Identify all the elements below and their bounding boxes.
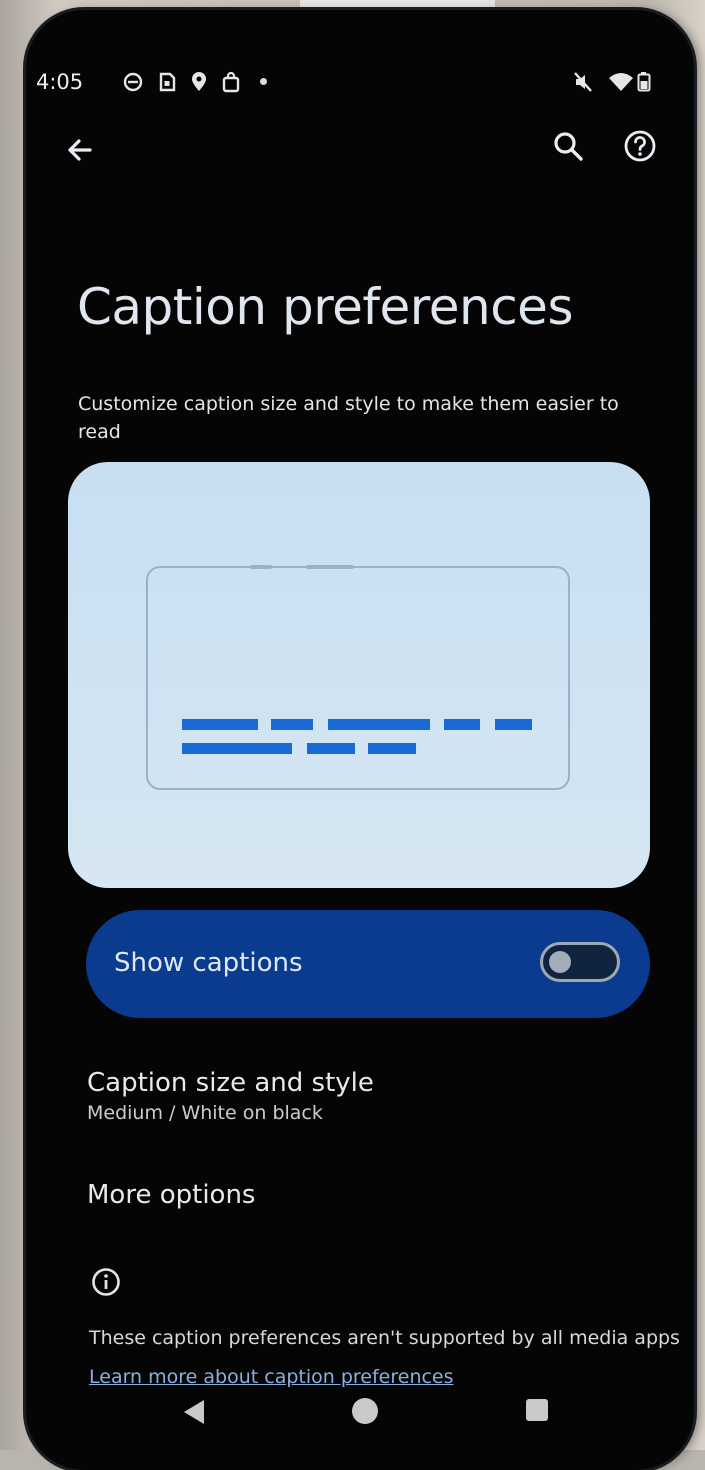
page-title: Caption preferences: [77, 278, 574, 336]
switch-knob: [549, 951, 571, 973]
caption-size-style-item[interactable]: Caption size and style Medium / White on…: [87, 1068, 374, 1124]
status-time: 4:05: [36, 70, 84, 94]
caption-bar: [182, 743, 292, 754]
nav-back-icon[interactable]: [180, 1398, 210, 1426]
caption-size-style-summary: Medium / White on black: [87, 1102, 323, 1124]
arrow-back-icon: [68, 139, 92, 161]
help-button[interactable]: [620, 126, 660, 166]
show-captions-row[interactable]: Show captions: [86, 910, 650, 1018]
caption-bar: [328, 719, 430, 730]
search-button[interactable]: [548, 126, 588, 166]
nav-home-icon[interactable]: [352, 1398, 378, 1424]
frame-notch: [250, 565, 272, 569]
help-icon: [624, 130, 656, 162]
more-options-title: More options: [87, 1180, 256, 1210]
wifi-icon: [608, 70, 634, 94]
caption-bar: [182, 719, 258, 730]
ringer-mute-icon: [572, 70, 594, 94]
search-icon: [554, 132, 583, 161]
back-button[interactable]: [60, 130, 100, 170]
caption-bar: [495, 719, 532, 730]
footer-text: These caption preferences aren't support…: [89, 1327, 680, 1349]
caption-bar: [444, 719, 480, 730]
status-bar: 4:05: [36, 58, 666, 108]
frame-notch: [306, 565, 354, 569]
caption-bar: [368, 743, 416, 754]
caption-bar: [307, 743, 355, 754]
sim-icon: [156, 70, 178, 94]
nav-recents-icon[interactable]: [526, 1399, 548, 1421]
info-icon: [90, 1266, 122, 1298]
battery-icon: [636, 70, 652, 94]
messenger-icon: [122, 70, 144, 94]
notification-dot-icon: [260, 78, 267, 85]
shopping-bag-icon: [220, 70, 242, 94]
show-captions-switch[interactable]: [540, 942, 620, 982]
caption-bar: [271, 719, 313, 730]
learn-more-link[interactable]: Learn more about caption preferences: [89, 1366, 454, 1388]
more-options-item[interactable]: More options: [87, 1180, 255, 1210]
preview-screen-frame: [146, 565, 570, 790]
caption-size-style-title: Caption size and style: [87, 1068, 374, 1098]
caption-preview: [68, 462, 650, 888]
show-captions-label: Show captions: [114, 948, 303, 978]
page-description: Customize caption size and style to make…: [78, 393, 619, 443]
location-pin-icon: [188, 70, 210, 94]
